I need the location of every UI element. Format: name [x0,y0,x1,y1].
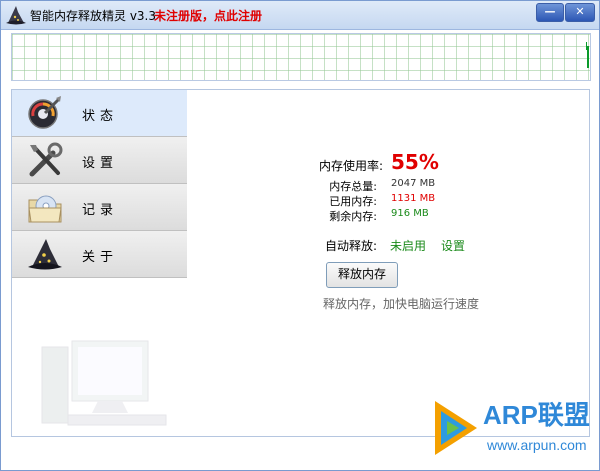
memory-usage-graph [11,33,591,81]
usage-percentage: 55% [391,150,439,174]
wizard-hat-icon [28,239,62,270]
auto-release-label: 自动释放: [324,239,377,253]
usage-label: 内存使用率: [318,159,383,173]
app-window: 智能内存释放精灵 v3.3 未注册版，点此注册 — ✕ 状态 设置 记录 关于 … [0,0,600,471]
total-memory-label: 内存总量: [329,180,377,193]
auto-release-settings-link[interactable]: 设置 [441,237,465,254]
sidebar-item-label: 设置 [82,156,119,171]
free-memory-label: 剩余内存: [329,210,377,223]
close-button[interactable]: ✕ [565,3,595,22]
release-hint: 释放内存，加快电脑运行速度 [323,297,480,311]
used-memory-value: 1131 MB [391,193,436,204]
sidebar-item-label: 状态 [82,109,119,124]
site-watermark: ARP联盟 www.arpun.com [431,393,597,467]
sidebar: 状态 设置 记录 关于 [11,89,189,437]
tools-icon [29,142,63,177]
sidebar-item-label: 记录 [82,203,119,218]
minimize-button[interactable]: — [536,3,564,22]
folder-cd-icon [28,195,62,223]
wizard-hat-icon [6,6,26,25]
sidebar-item-settings[interactable]: 设置 [12,137,188,184]
watermark-brand: ARP联盟 [483,400,590,430]
watermark-url: www.arpun.com [487,437,587,453]
computer-icon [41,340,167,426]
total-memory-value: 2047 MB [391,178,436,189]
auto-release-status: 未启用 [390,239,427,253]
window-controls: — ✕ [535,3,595,22]
speedometer-icon [28,96,61,129]
release-memory-button[interactable]: 释放内存 [326,262,398,288]
register-link[interactable]: 未注册版，点此注册 [154,7,262,24]
play-logo-icon [435,401,477,455]
sidebar-item-log[interactable]: 记录 [12,184,188,231]
sidebar-item-label: 关于 [82,250,119,265]
status-panel: 内存使用率: 55% 内存总量: 2047 MB 已用内存: 1131 MB 剩… [187,89,590,437]
sidebar-item-status[interactable]: 状态 [12,90,188,137]
sidebar-item-about[interactable]: 关于 [12,231,188,278]
free-memory-value: 916 MB [391,208,429,219]
window-title: 智能内存释放精灵 v3.3 [30,9,157,23]
graph-line [587,46,589,68]
used-memory-label: 已用内存: [329,195,377,208]
title-bar[interactable]: 智能内存释放精灵 v3.3 未注册版，点此注册 — ✕ [1,1,599,30]
